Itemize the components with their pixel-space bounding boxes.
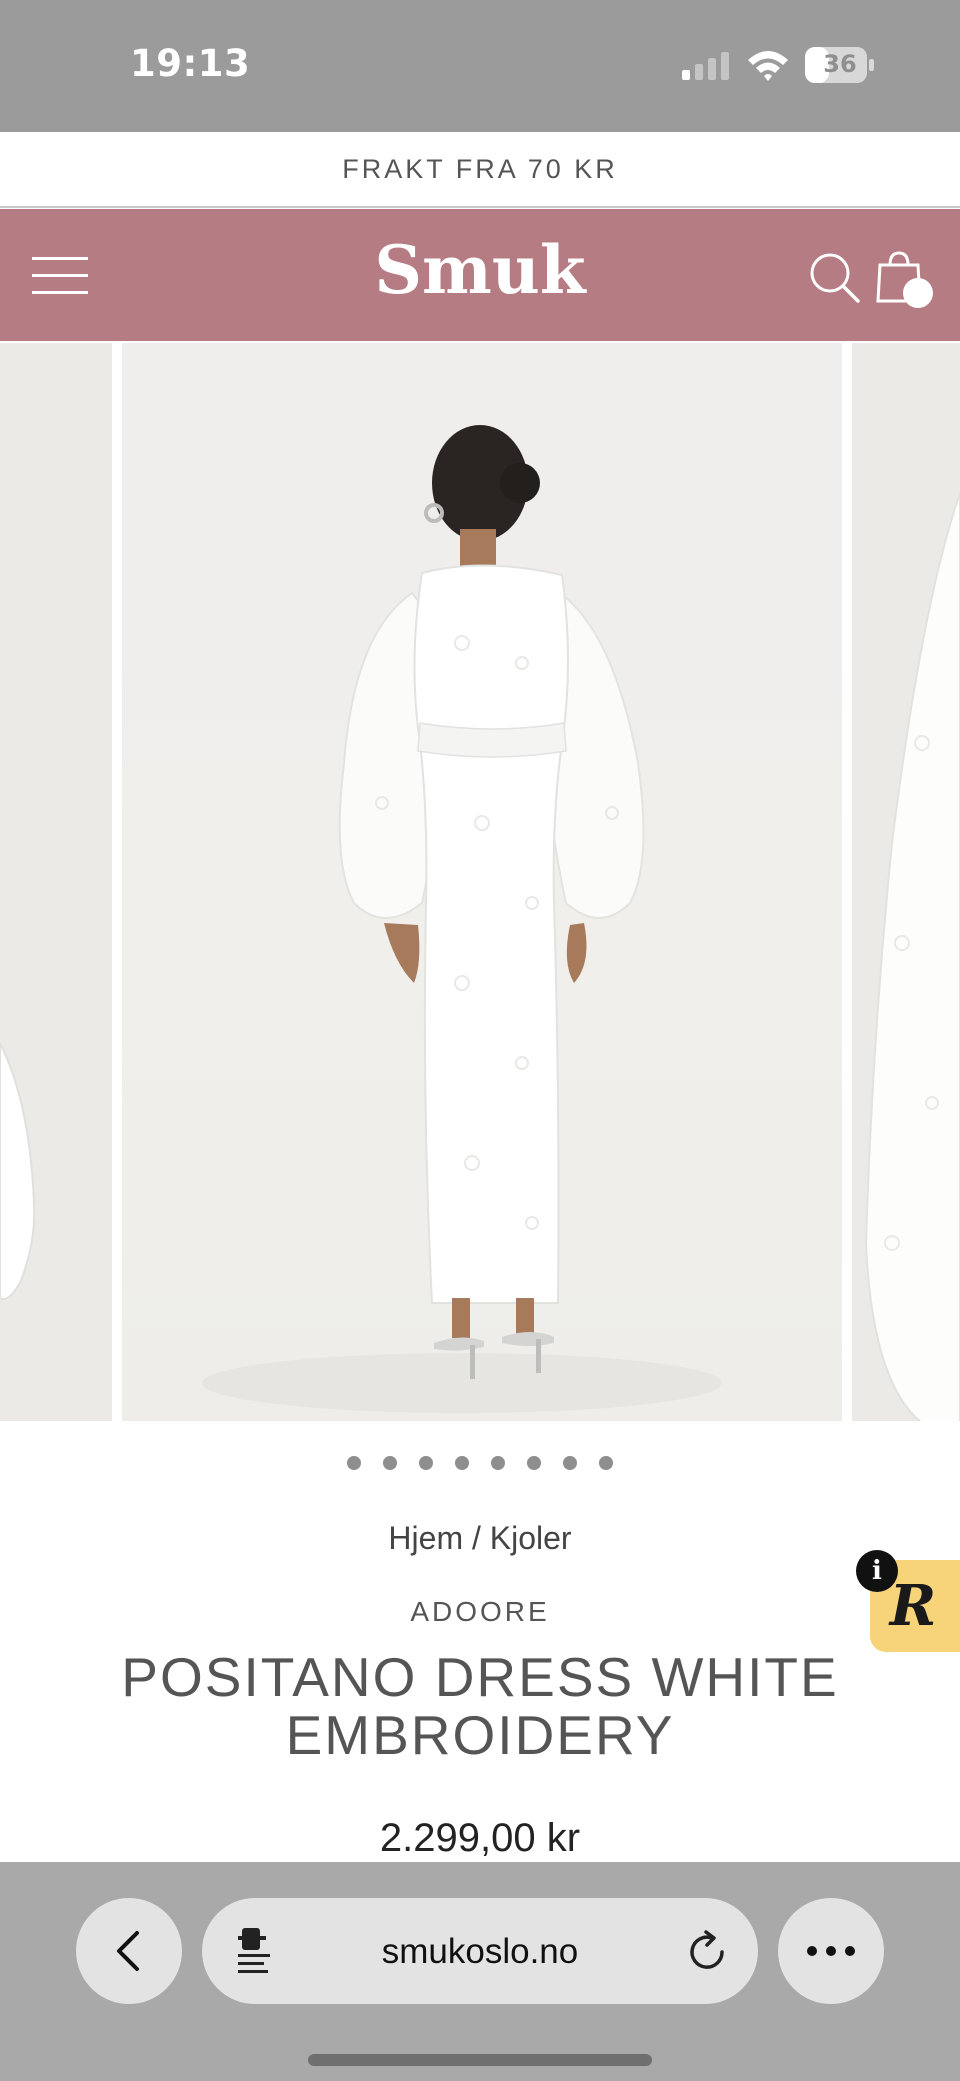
site-header: Smuk: [0, 209, 960, 341]
hamburger-menu-icon[interactable]: [32, 255, 88, 297]
carousel-pagination: [0, 1456, 960, 1476]
carousel-dot[interactable]: [599, 1456, 613, 1470]
reload-icon[interactable]: [686, 1928, 730, 1974]
carousel-dot[interactable]: [383, 1456, 397, 1470]
wifi-icon: [748, 51, 788, 81]
status-time: 19:13: [130, 42, 251, 85]
carousel-dot[interactable]: [491, 1456, 505, 1470]
product-price: 2.299,00 kr: [379, 1816, 581, 1860]
info-icon[interactable]: i: [856, 1550, 898, 1592]
ellipsis-icon: [807, 1946, 855, 1956]
address-bar[interactable]: smukoslo.no: [202, 1898, 758, 2004]
carousel-dot[interactable]: [527, 1456, 541, 1470]
search-icon[interactable]: [808, 251, 860, 303]
shopping-bag-icon[interactable]: [876, 249, 936, 311]
announcement-bar: FRAKT FRA 70 KR: [0, 132, 960, 208]
carousel-dot[interactable]: [563, 1456, 577, 1470]
carousel-dot[interactable]: [419, 1456, 433, 1470]
back-button[interactable]: [76, 1898, 182, 2004]
product-brand[interactable]: ADOORE: [0, 1596, 960, 1628]
carousel-dot[interactable]: [455, 1456, 469, 1470]
cellular-signal-icon: [682, 52, 729, 80]
next-slide-image[interactable]: [852, 343, 960, 1421]
breadcrumb[interactable]: Hjem / Kjoler: [0, 1520, 960, 1557]
product-main-image[interactable]: [122, 343, 842, 1421]
status-bar: 19:13 36: [0, 0, 960, 132]
browser-toolbar: smukoslo.no: [0, 1862, 960, 2081]
chevron-left-icon: [117, 1931, 139, 1971]
page: 19:13 36 FRAKT FRA 70 KR Smuk Hjem / Kjo…: [0, 0, 960, 2081]
carousel-dot[interactable]: [347, 1456, 361, 1470]
battery-level: 36: [823, 50, 857, 78]
product-image-carousel[interactable]: [0, 341, 960, 1421]
previous-slide-image[interactable]: [0, 343, 112, 1421]
more-options-button[interactable]: [778, 1898, 884, 2004]
url-text[interactable]: smukoslo.no: [202, 1932, 758, 1972]
announcement-text: FRAKT FRA 70 KR: [342, 153, 618, 184]
product-title: POSITANO DRESS WHITE EMBROIDERY: [121, 1646, 839, 1766]
home-indicator[interactable]: [308, 2054, 652, 2066]
reviews-logo-letter: R: [889, 1573, 937, 1639]
